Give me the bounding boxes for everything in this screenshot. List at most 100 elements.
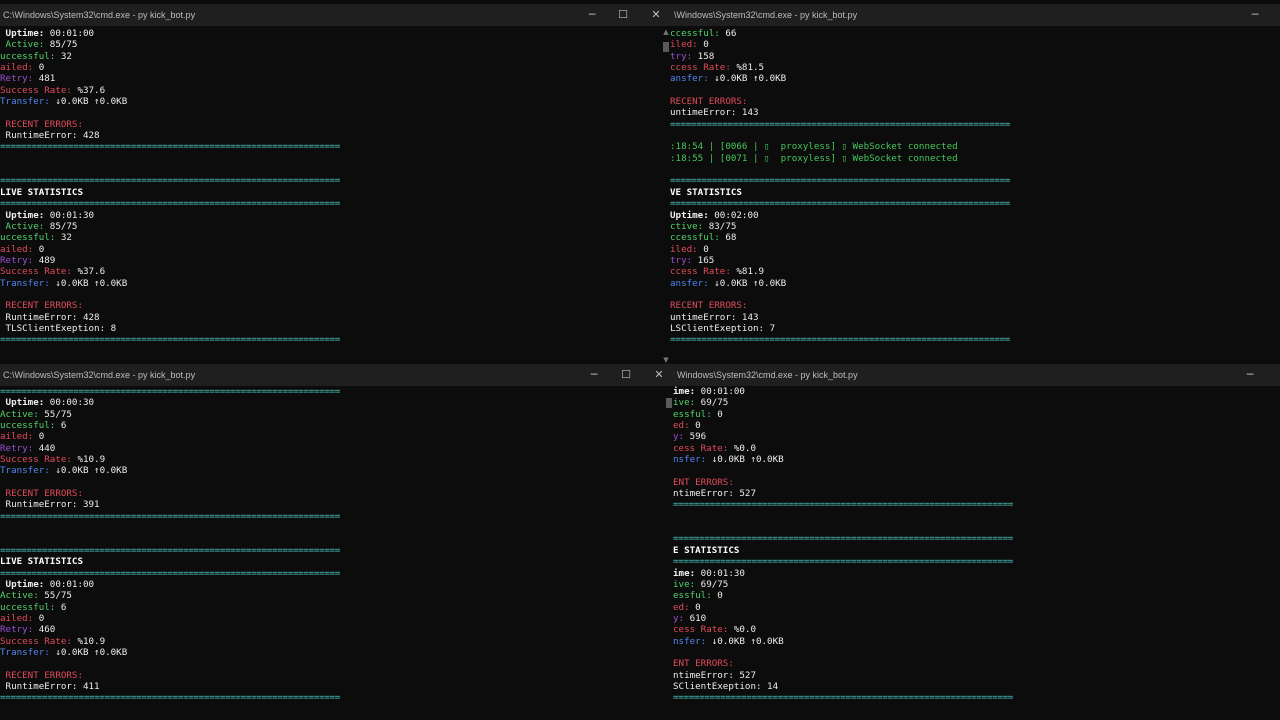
scroll-down-icon[interactable]: ▼ bbox=[662, 356, 670, 364]
console-line: uccessful: 6 bbox=[0, 602, 663, 613]
window-title: \Windows\System32\cmd.exe - py kick_bot.… bbox=[674, 10, 858, 20]
console-text: 158 bbox=[692, 50, 715, 62]
title-bar[interactable]: Windows\System32\cmd.exe - py kick_bot.p… bbox=[673, 364, 1280, 386]
console-line: Success Rate: %10.9 bbox=[0, 454, 663, 465]
console-text: 610 bbox=[684, 612, 707, 624]
console-text: 55/75 bbox=[38, 590, 72, 602]
console-line: ansfer: ↓0.0KB ↑0.0KB bbox=[670, 73, 1280, 84]
scrollbar[interactable]: ▲ ▼ bbox=[661, 26, 670, 364]
console-line: Retry: 489 bbox=[0, 255, 660, 266]
console-text: Retry: bbox=[0, 624, 34, 636]
console-line: ive: 69/75 bbox=[673, 579, 1280, 590]
console-text: ctive: bbox=[670, 220, 704, 232]
console-line: Transfer: ↓0.0KB ↑0.0KB bbox=[0, 465, 663, 476]
minimize-icon[interactable]: ─ bbox=[1244, 6, 1266, 24]
console-text: ↓0.0KB ↑0.0KB bbox=[49, 277, 128, 289]
console-text: nsfer: bbox=[673, 454, 707, 466]
minimize-icon[interactable]: ─ bbox=[581, 6, 603, 24]
console-text: ccess Rate: bbox=[670, 266, 731, 278]
scrollbar-thumb[interactable] bbox=[663, 42, 669, 52]
console-line: RECENT ERRORS: bbox=[670, 96, 1280, 107]
console-text: uccessful: bbox=[0, 232, 56, 244]
console-text: ↓0.0KB ↑0.0KB bbox=[706, 454, 784, 466]
separator-rule: ========================================… bbox=[673, 692, 1014, 704]
console-text: iled: bbox=[670, 243, 698, 255]
console-output: ccessful: 66 iled: 0 try: 158 ccess Rate: %… bbox=[670, 26, 1280, 364]
console-line: uccessful: 6 bbox=[0, 420, 663, 431]
console-text: uccessful: bbox=[0, 420, 56, 432]
console-text: 0 bbox=[689, 601, 701, 613]
console-text: Uptime: bbox=[670, 209, 709, 221]
minimize-icon[interactable]: ─ bbox=[583, 366, 605, 384]
console-text: 460 bbox=[33, 624, 56, 636]
scrollbar[interactable] bbox=[664, 386, 673, 720]
close-icon[interactable]: ✕ bbox=[645, 6, 667, 24]
console-text: Transfer: bbox=[0, 646, 50, 658]
console-text: try: bbox=[670, 50, 693, 62]
console-text: Success Rate: bbox=[0, 454, 72, 466]
console-text: ntimeError: 527 bbox=[673, 669, 756, 681]
console-line: ccess Rate: %81.5 bbox=[670, 62, 1280, 73]
console-line: essful: 0 bbox=[673, 590, 1280, 601]
console-line: RuntimeError: 428 bbox=[0, 312, 660, 323]
console-text: 00:01:30 bbox=[695, 567, 745, 579]
scrollbar-thumb[interactable] bbox=[666, 398, 672, 408]
console-line: Success Rate: %37.6 bbox=[0, 85, 660, 96]
console-text: RECENT ERRORS: bbox=[670, 300, 748, 312]
title-bar[interactable]: C:\Windows\System32\cmd.exe - py kick_bo… bbox=[0, 4, 670, 26]
console-line: ========================================… bbox=[670, 334, 1280, 345]
console-text: ive: bbox=[673, 397, 696, 409]
console-text: y: bbox=[673, 612, 685, 624]
console-line: ========================================… bbox=[0, 386, 663, 397]
console-text: 165 bbox=[692, 254, 715, 266]
console-text: ansfer: bbox=[670, 277, 709, 289]
console-text: 00:01:30 bbox=[44, 209, 95, 221]
console-text: 00:01:00 bbox=[44, 578, 95, 590]
title-bar[interactable]: \Windows\System32\cmd.exe - py kick_bot.… bbox=[670, 4, 1280, 26]
console-text: 69/75 bbox=[695, 397, 729, 409]
title-bar[interactable]: C:\Windows\System32\cmd.exe - py kick_bo… bbox=[0, 364, 673, 386]
console-text: %10.9 bbox=[71, 635, 106, 647]
console-text: %81.5 bbox=[730, 62, 765, 74]
terminal-window-top-left[interactable]: C:\Windows\System32\cmd.exe - py kick_bo… bbox=[0, 4, 670, 364]
console-line: Active: 55/75 bbox=[0, 590, 663, 601]
terminal-window-top-right[interactable]: \Windows\System32\cmd.exe - py kick_bot.… bbox=[670, 4, 1280, 364]
console-text: 440 bbox=[33, 442, 56, 454]
console-line: try: 165 bbox=[670, 255, 1280, 266]
scroll-up-icon[interactable]: ▲ bbox=[662, 28, 670, 36]
close-icon[interactable]: ✕ bbox=[648, 366, 670, 384]
console-text: Active: bbox=[0, 220, 45, 232]
console-text: 0 bbox=[697, 243, 709, 255]
minimize-icon[interactable]: ─ bbox=[1239, 366, 1261, 384]
console-text: RuntimeError: 411 bbox=[0, 680, 100, 692]
console-line: untimeError: 143 bbox=[670, 312, 1280, 323]
console-text: ↓0.0KB ↑0.0KB bbox=[49, 646, 128, 658]
maximize-icon[interactable]: ☐ bbox=[612, 6, 634, 24]
console-text: 00:00:30 bbox=[44, 397, 95, 409]
console-output: Uptime: 00:01:00 Active: 85/75 uccessful:… bbox=[0, 26, 660, 364]
console-line: RuntimeError: 428 bbox=[0, 130, 660, 141]
console-text: 00:02:00 bbox=[708, 209, 759, 221]
console-text: 32 bbox=[55, 50, 72, 62]
console-line: ========================================… bbox=[670, 198, 1280, 209]
console-text: Uptime: bbox=[0, 397, 45, 409]
console-line: try: 158 bbox=[670, 51, 1280, 62]
separator-rule: ========================================… bbox=[0, 544, 341, 556]
console-line: ========================================… bbox=[673, 692, 1280, 703]
console-line: ========================================… bbox=[673, 556, 1280, 567]
separator-rule: ========================================… bbox=[673, 556, 1014, 568]
console-line: ========================================… bbox=[0, 334, 660, 345]
console-text: Active: bbox=[0, 408, 39, 420]
console-text: ↓0.0KB ↑0.0KB bbox=[708, 277, 787, 289]
terminal-window-bottom-left[interactable]: C:\Windows\System32\cmd.exe - py kick_bo… bbox=[0, 364, 673, 720]
console-line: RECENT ERRORS: bbox=[0, 300, 660, 311]
console-text: RECENT ERRORS: bbox=[670, 96, 748, 108]
maximize-icon[interactable]: ☐ bbox=[615, 366, 637, 384]
terminal-window-bottom-right[interactable]: Windows\System32\cmd.exe - py kick_bot.p… bbox=[673, 364, 1280, 720]
